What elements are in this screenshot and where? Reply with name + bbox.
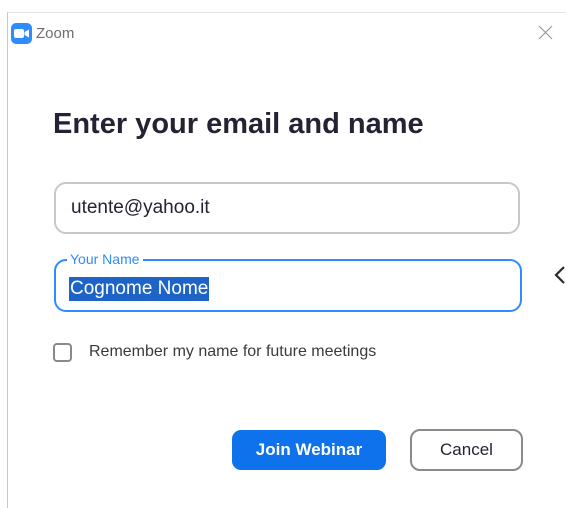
name-field-value: Cognome Nome bbox=[69, 277, 210, 301]
chevron-left-icon[interactable] bbox=[553, 264, 566, 286]
window-title: Zoom bbox=[36, 25, 75, 42]
name-field-label: Your Name bbox=[67, 250, 143, 268]
window-left-edge bbox=[7, 12, 8, 508]
join-webinar-button[interactable]: Join Webinar bbox=[232, 430, 386, 470]
page-title: Enter your email and name bbox=[53, 108, 424, 140]
remember-name-checkbox[interactable] bbox=[53, 342, 72, 362]
remember-name-option[interactable]: Remember my name for future meetings bbox=[53, 340, 376, 364]
title-bar: Zoom bbox=[8, 12, 566, 51]
email-field[interactable] bbox=[54, 182, 520, 234]
zoom-camera-icon bbox=[11, 23, 32, 44]
zoom-dialog-window: Zoom Enter your email and name Your Name… bbox=[0, 0, 566, 508]
cancel-button[interactable]: Cancel bbox=[410, 429, 523, 471]
close-icon[interactable] bbox=[538, 25, 553, 40]
name-field[interactable]: Your Name Cognome Nome bbox=[54, 250, 522, 312]
remember-name-label: Remember my name for future meetings bbox=[89, 343, 377, 360]
